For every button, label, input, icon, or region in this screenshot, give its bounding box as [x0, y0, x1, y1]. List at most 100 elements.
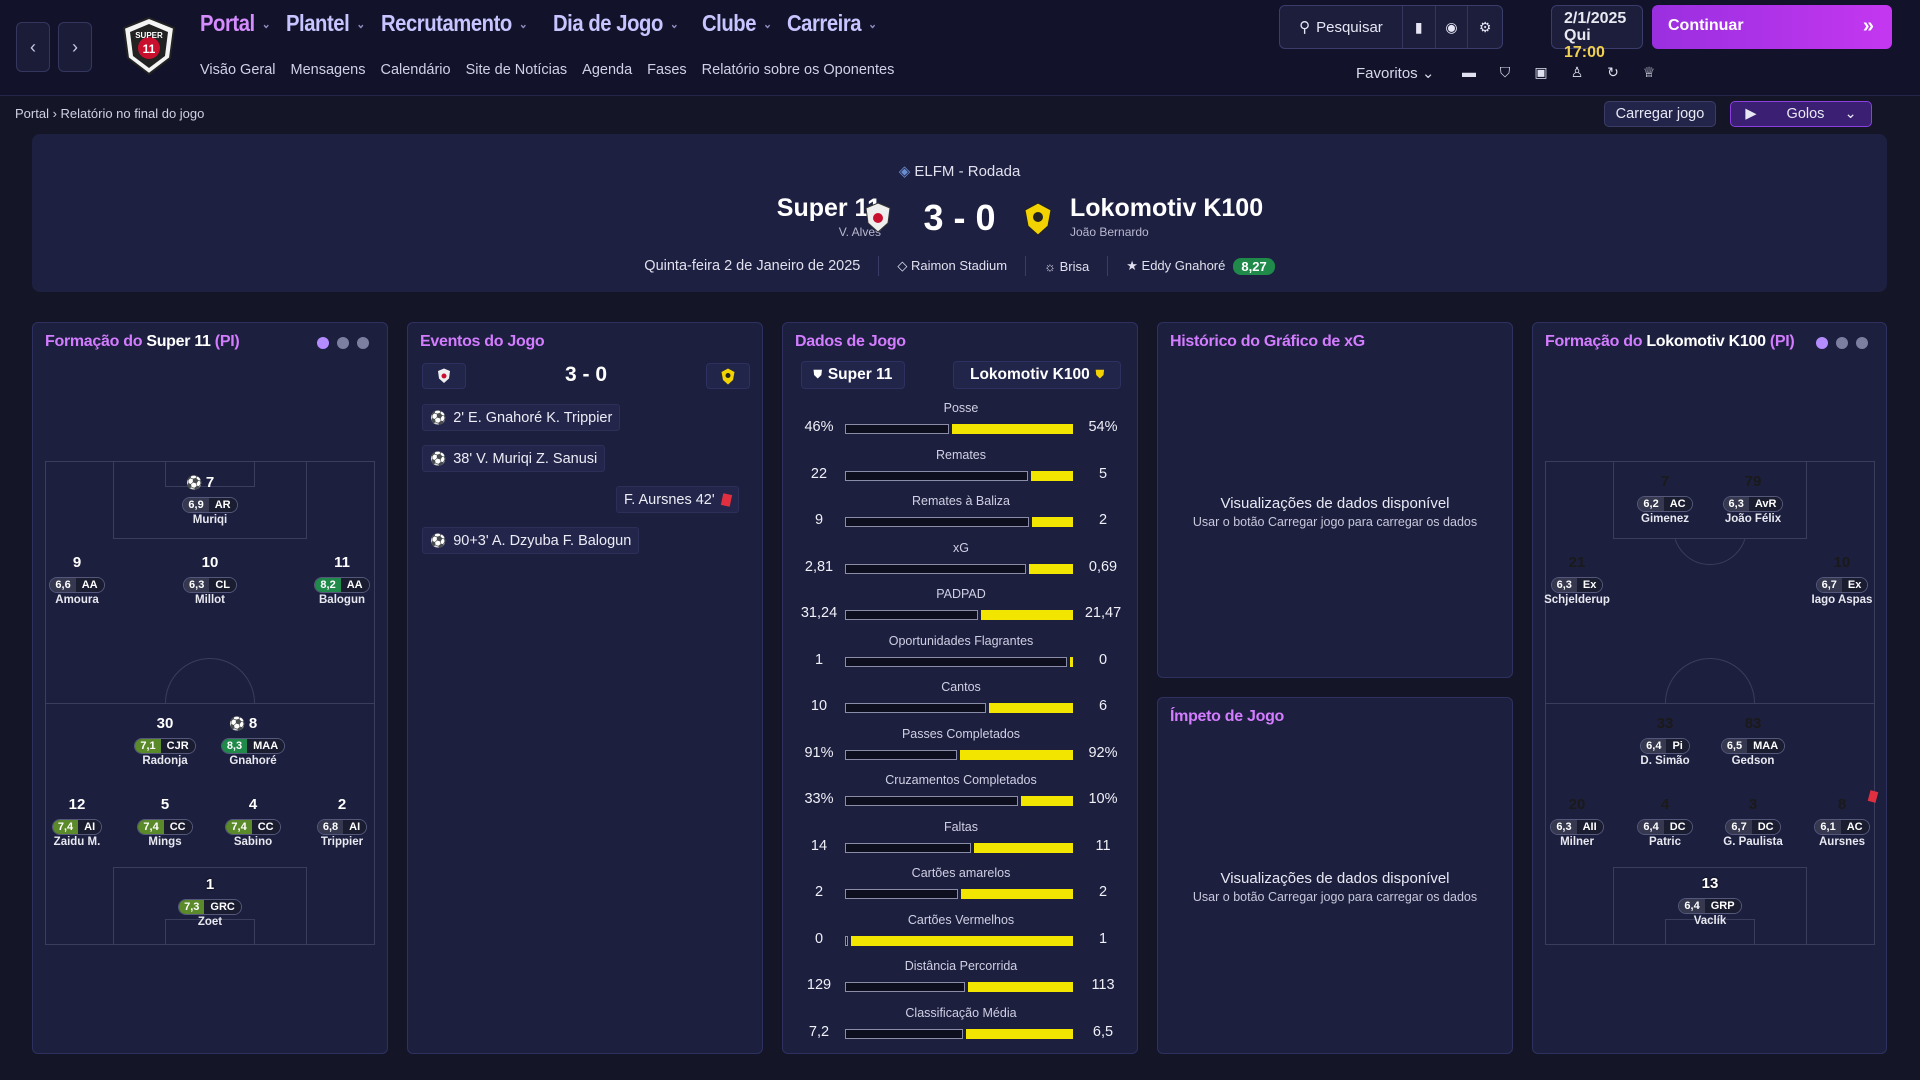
player-card[interactable]: 2 6,8 AI Trippier — [297, 791, 387, 848]
away-bar — [851, 935, 1073, 946]
globe-icon[interactable]: ◉ — [1436, 6, 1469, 48]
submenu-relatorio-oponentes[interactable]: Relatório sobre os Oponentes — [702, 62, 895, 78]
submenu-site-noticias[interactable]: Site de Notícias — [466, 62, 568, 78]
game-date[interactable]: 2/1/2025 Qui 17:00 — [1551, 5, 1643, 61]
view-dot[interactable] — [337, 337, 349, 349]
away-bar — [1031, 470, 1073, 481]
view-dot[interactable] — [1816, 337, 1828, 349]
submenu-agenda[interactable]: Agenda — [582, 62, 632, 78]
view-dot[interactable] — [357, 337, 369, 349]
away-team[interactable]: Lokomotiv K100 João Bernardo — [1070, 194, 1263, 239]
player-card[interactable]: 83 6,5 MAA Gedson — [1708, 710, 1798, 767]
stat-away-value: 0 — [1098, 651, 1108, 668]
player-card[interactable]: 20 6,3 AII Milner — [1532, 791, 1622, 848]
double-chevron-right-icon: » — [1862, 15, 1874, 37]
player-name: Patric — [1649, 836, 1681, 848]
rating-position-chip: 6,3 CL — [183, 577, 237, 593]
player-card[interactable]: 5 7,4 CC Mings — [120, 791, 210, 848]
player-card[interactable]: 13 6,4 GRP Vaclík — [1665, 870, 1755, 927]
menu-clube[interactable]: Clube ⌄ — [702, 10, 772, 37]
view-dot[interactable] — [1856, 337, 1868, 349]
player-name: Trippier — [320, 836, 364, 848]
player-card[interactable]: 7 6,2 AC Gimenez — [1620, 468, 1710, 525]
player-card[interactable]: 8 6,1 AC Aursnes — [1797, 790, 1887, 848]
shirt-number: 10 — [201, 553, 219, 571]
man-of-the-match[interactable]: ★ Eddy Gnahoré — [1126, 258, 1225, 274]
rating-position-chip: 8,2 AA — [314, 577, 370, 593]
menu-dia-de-jogo[interactable]: Dia de Jogo ⌄ — [553, 10, 679, 37]
trophy-icon[interactable]: ♕ — [1638, 64, 1660, 81]
submenu-visao-geral[interactable]: Visão Geral — [200, 62, 276, 78]
player-rating: 6,7 — [1726, 820, 1752, 834]
favorites-dropdown[interactable]: Favoritos ⌄ — [1356, 64, 1434, 82]
competition: ◈ ELFM - Rodada — [898, 163, 1021, 180]
club-logo[interactable]: SUPER 11 — [118, 14, 180, 78]
staff-icon[interactable]: ♙ — [1566, 64, 1588, 81]
submenu-calendario[interactable]: Calendário — [380, 62, 450, 78]
stat-home-value: 46% — [804, 419, 834, 435]
menu-plantel[interactable]: Plantel ⌄ — [286, 10, 365, 37]
continue-button[interactable]: Continuar » — [1652, 5, 1892, 49]
player-position: GRP — [1704, 899, 1741, 913]
player-card[interactable]: 30 7,1 CJR Radonja — [120, 710, 210, 767]
player-card[interactable]: 12 7,4 AI Zaidu M. — [32, 791, 122, 848]
breadcrumb-portal[interactable]: Portal — [15, 106, 49, 121]
player-card[interactable]: 3 6,7 DC G. Paulista — [1708, 791, 1798, 849]
player-rating: 8,3 — [221, 739, 248, 753]
player-card[interactable]: 79 6,3 AvR João Félix — [1708, 468, 1798, 525]
shirt-icon: 12 — [62, 791, 92, 817]
refresh-icon[interactable]: ↻ — [1602, 64, 1624, 81]
player-position: AI — [78, 820, 102, 834]
home-crest-icon: ⛊ — [813, 368, 822, 381]
away-team-tab[interactable]: Lokomotiv K100 ⛊ — [953, 361, 1121, 389]
chat-icon[interactable]: ▬ — [1458, 64, 1480, 81]
player-card[interactable]: 8 ⚽ 8,3 MAA Gnahoré — [208, 710, 298, 767]
time-text: 17:00 — [1564, 44, 1605, 61]
shirt-icon: 1 — [195, 871, 225, 897]
rating-position-chip: 6,7 Ex — [1815, 577, 1869, 593]
player-rating: 6,7 — [1816, 578, 1842, 592]
player-card[interactable]: 9 6,6 AA Amoura — [32, 549, 122, 606]
stat-away-value: 10% — [1088, 791, 1118, 807]
back-button[interactable]: ‹ — [16, 22, 50, 72]
stadium[interactable]: ◇ Raimon Stadium — [897, 258, 1007, 274]
menu-portal[interactable]: Portal ⌄ — [200, 10, 271, 37]
event-red-card[interactable]: F. Aursnes 42' — [616, 486, 739, 513]
shirt-icon[interactable]: ⛉ — [1494, 64, 1516, 81]
player-card[interactable]: 7 ⚽ 6,9 AR Muriqi — [165, 469, 255, 526]
away-crest-icon — [706, 363, 750, 389]
breadcrumb-current: Relatório no final do jogo — [60, 106, 205, 121]
view-dot[interactable] — [1836, 337, 1848, 349]
player-card[interactable]: 21 6,3 Ex Schjelderup — [1532, 549, 1622, 607]
player-card[interactable]: 1 7,3 GRC Zoet — [165, 871, 255, 928]
event-goal[interactable]: ⚽ 38' V. Muriqi Z. Sanusi — [422, 445, 606, 472]
shirt-number: 3 — [1748, 795, 1758, 813]
stat-home-value: 7,2 — [808, 1023, 830, 1040]
gear-icon[interactable]: ⚙ — [1468, 6, 1502, 48]
menu-carreira[interactable]: Carreira ⌄ — [787, 10, 877, 37]
sub-menu: Visão Geral Mensagens Calendário Site de… — [200, 62, 894, 78]
home-team-tab[interactable]: ⛊ Super 11 — [801, 361, 905, 389]
player-card[interactable]: 10 6,3 CL Millot — [165, 549, 255, 606]
submenu-mensagens[interactable]: Mensagens — [291, 62, 366, 78]
player-card[interactable]: 10 6,7 Ex Iago Aspas — [1797, 549, 1887, 607]
player-card[interactable]: 4 7,4 CC Sabino — [208, 791, 298, 848]
star-icon: ★ — [1126, 258, 1138, 273]
away-bar — [1021, 796, 1073, 806]
forward-button[interactable]: › — [58, 22, 92, 72]
load-match-button[interactable]: Carregar jogo — [1604, 101, 1716, 127]
player-position: Ex — [1576, 578, 1603, 592]
search-button[interactable]: ⚲ Pesquisar — [1280, 6, 1403, 48]
bookmark-icon[interactable]: ▮ — [1403, 6, 1436, 48]
player-card[interactable]: 11 8,2 AA Balogun — [297, 549, 387, 606]
golos-button[interactable]: ▶ Golos ⌄ — [1730, 101, 1872, 127]
menu-recrutamento[interactable]: Recrutamento ⌄ — [381, 10, 528, 37]
event-goal[interactable]: ⚽ 2' E. Gnahoré K. Trippier — [422, 404, 621, 431]
event-goal[interactable]: ⚽ 90+3' A. Dzyuba F. Balogun — [422, 527, 640, 554]
tactics-icon[interactable]: ▣ — [1530, 64, 1552, 81]
submenu-fases[interactable]: Fases — [647, 62, 687, 78]
shirt-icon: 4 — [238, 791, 268, 817]
player-card[interactable]: 33 6,4 Pi D. Simão — [1620, 710, 1710, 767]
view-dot[interactable] — [317, 337, 329, 349]
player-card[interactable]: 4 6,4 DC Patric — [1620, 791, 1710, 848]
